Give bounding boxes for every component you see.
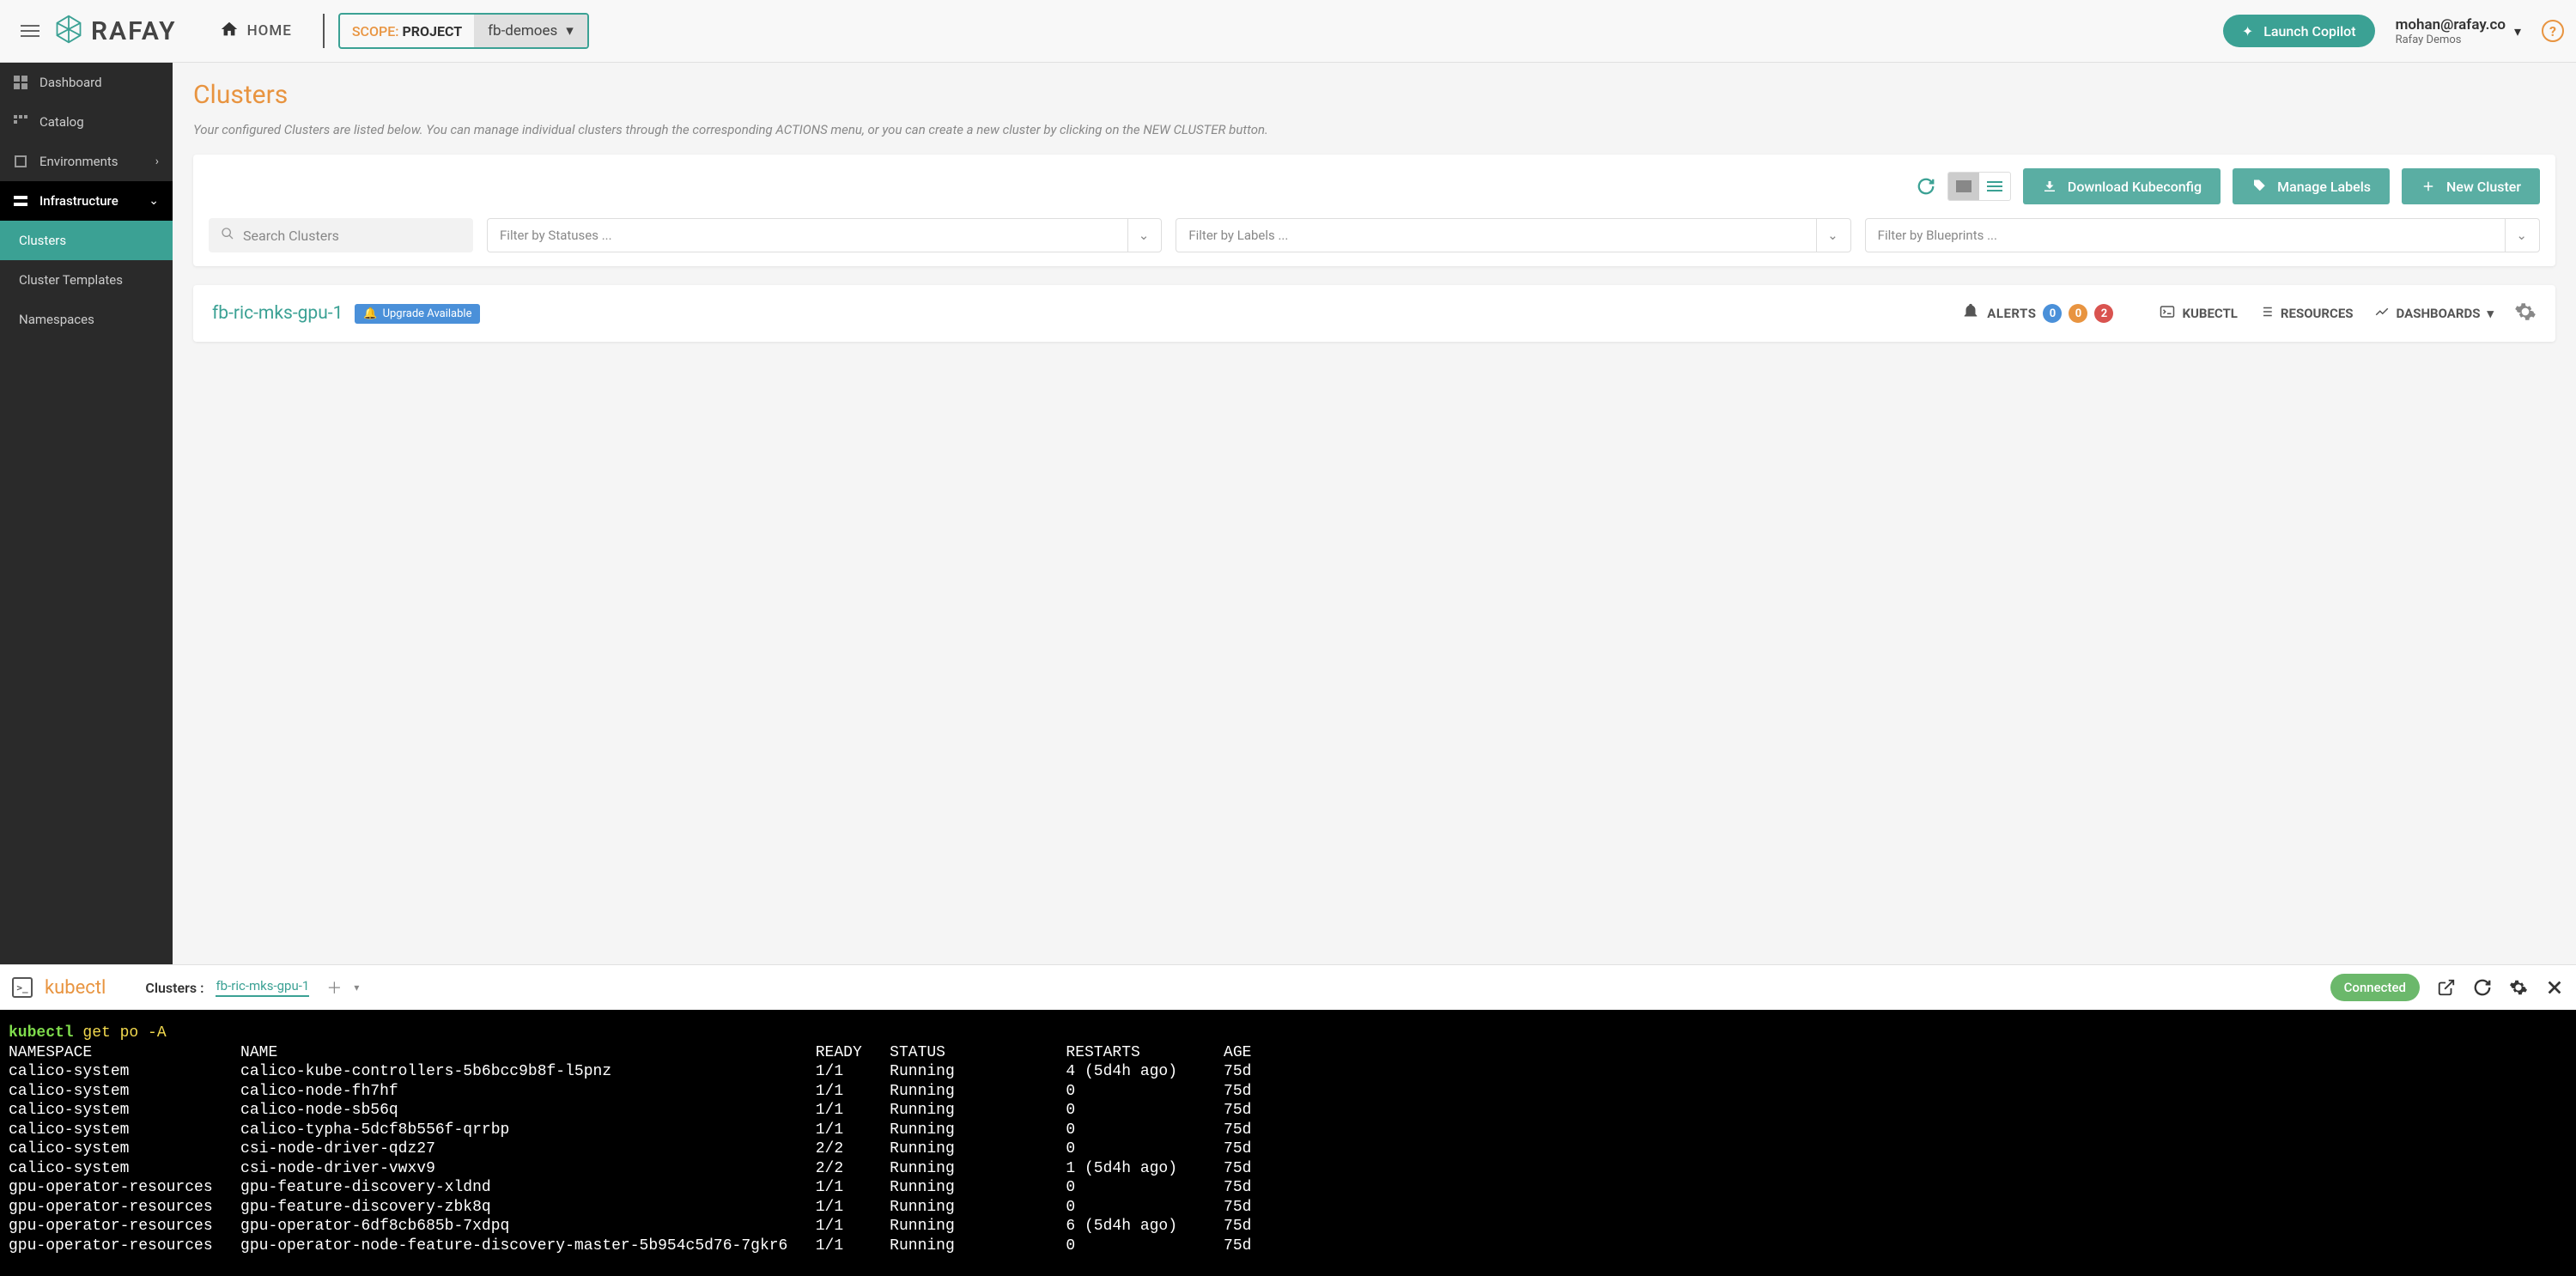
project-dropdown[interactable]: fb-demoes ▾ [474,15,587,47]
scope-label: SCOPE: [352,23,399,39]
rafay-logo-icon [53,14,84,48]
filter-blueprints-dropdown[interactable]: Filter by Blueprints ... ⌄ [1865,218,2540,252]
terminal-icon [2160,304,2175,323]
sidebar-item-dashboard[interactable]: Dashboard [0,63,173,102]
kubectl-action[interactable]: KUBECTL [2160,304,2237,323]
close-icon[interactable] [2545,978,2564,997]
alert-badge-info[interactable]: 0 [2043,304,2062,323]
kubectl-panel-header: >_ kubectl Clusters : fb-ric-mks-gpu-1 ＋… [0,964,2576,1010]
search-clusters-input[interactable]: Search Clusters [209,218,473,252]
list-icon [2258,304,2274,323]
env-icon [14,155,27,168]
caret-down-icon[interactable]: ▾ [354,981,359,993]
brand-name: RAFAY [91,16,177,46]
hamburger-menu[interactable] [12,16,48,46]
add-cluster-tab-icon[interactable]: ＋ [326,976,342,999]
search-icon [221,227,234,244]
terminal-badge-icon: >_ [12,977,33,998]
open-external-icon[interactable] [2437,978,2456,997]
download-kubeconfig-button[interactable]: Download Kubeconfig [2023,168,2221,204]
caret-down-icon: ▾ [566,22,574,39]
cluster-settings-icon[interactable] [2514,301,2537,326]
sidebar-item-environments[interactable]: Environments › [0,142,173,181]
app-header: RAFAY HOME SCOPE: PROJECT fb-demoes ▾ ✦ … [0,0,2576,63]
view-toggle [1947,172,2011,201]
home-link[interactable]: HOME [203,20,309,42]
scope-value: PROJECT [402,23,462,39]
kubectl-title: kubectl [45,977,106,999]
connected-badge: Connected [2330,974,2420,1001]
refresh-icon[interactable] [2473,978,2492,997]
filter-statuses-dropdown[interactable]: Filter by Statuses ... ⌄ [487,218,1162,252]
kubectl-panel: >_ kubectl Clusters : fb-ric-mks-gpu-1 ＋… [0,964,2576,1276]
sidebar-sub-namespaces[interactable]: Namespaces [0,300,173,339]
chevron-down-icon: ⌄ [2505,219,2527,252]
kubectl-clusters-label: Clusters : [145,980,204,996]
caret-down-icon: ▾ [2514,23,2521,39]
alerts-label: ALERTS [1987,306,2036,321]
bell-icon: 🔔 [363,307,377,320]
terminal-output[interactable]: kubectl get po -A NAMESPACE NAME READY S… [0,1010,2576,1276]
logo[interactable]: RAFAY [53,14,177,48]
new-cluster-button[interactable]: New Cluster [2402,168,2540,204]
sidebar-sub-cluster-templates[interactable]: Cluster Templates [0,260,173,300]
page-title: Clusters [193,80,2555,110]
dashboards-action[interactable]: DASHBOARDS ▾ [2374,304,2494,323]
sidebar-item-infrastructure[interactable]: Infrastructure ⌄ [0,181,173,221]
cluster-card: fb-ric-mks-gpu-1 🔔 Upgrade Available ALE… [193,285,2555,342]
alert-badge-critical[interactable]: 2 [2094,304,2113,323]
chevron-down-icon: ⌄ [1816,219,1838,252]
user-org: Rafay Demos [2396,33,2506,46]
gear-icon[interactable] [2509,978,2528,997]
refresh-icon[interactable] [1917,177,1935,196]
tag-icon [2251,179,2267,194]
sidebar-sub-clusters[interactable]: Clusters [0,221,173,260]
home-icon [220,20,239,42]
infra-icon [14,194,27,208]
dashboard-icon [14,76,27,89]
alert-bell-icon [1961,302,1980,325]
alerts-block: ALERTS 0 0 2 [1961,302,2113,325]
upgrade-available-badge[interactable]: 🔔 Upgrade Available [355,304,480,324]
catalog-icon [14,115,27,129]
view-card-button[interactable] [1948,173,1979,200]
toolbar-card: Download Kubeconfig Manage Labels New Cl… [193,155,2555,266]
launch-copilot-button[interactable]: ✦ Launch Copilot [2223,15,2375,47]
resources-action[interactable]: RESOURCES [2258,304,2354,323]
caret-down-icon: ▾ [2487,306,2494,321]
scope-selector[interactable]: SCOPE: PROJECT fb-demoes ▾ [338,13,589,49]
manage-labels-button[interactable]: Manage Labels [2233,168,2390,204]
user-email: mohan@rafay.co [2396,16,2506,33]
page-description: Your configured Clusters are listed belo… [193,122,2555,137]
chevron-down-icon: ⌄ [1127,219,1150,252]
download-icon [2042,179,2057,194]
view-list-button[interactable] [1979,173,2010,200]
divider [323,14,325,48]
filter-labels-dropdown[interactable]: Filter by Labels ... ⌄ [1176,218,1850,252]
sparkle-icon: ✦ [2242,23,2253,39]
alert-badge-warn[interactable]: 0 [2069,304,2087,323]
plus-icon [2421,179,2436,194]
kubectl-cluster-tab[interactable]: fb-ric-mks-gpu-1 [216,978,309,997]
cluster-name-link[interactable]: fb-ric-mks-gpu-1 [212,303,343,324]
sidebar-item-catalog[interactable]: Catalog [0,102,173,142]
user-menu[interactable]: mohan@rafay.co Rafay Demos ▾ [2396,16,2521,46]
chevron-down-icon: ⌄ [149,194,159,208]
chevron-right-icon: › [155,155,159,168]
chart-icon [2374,304,2390,323]
help-icon[interactable]: ? [2542,20,2564,42]
